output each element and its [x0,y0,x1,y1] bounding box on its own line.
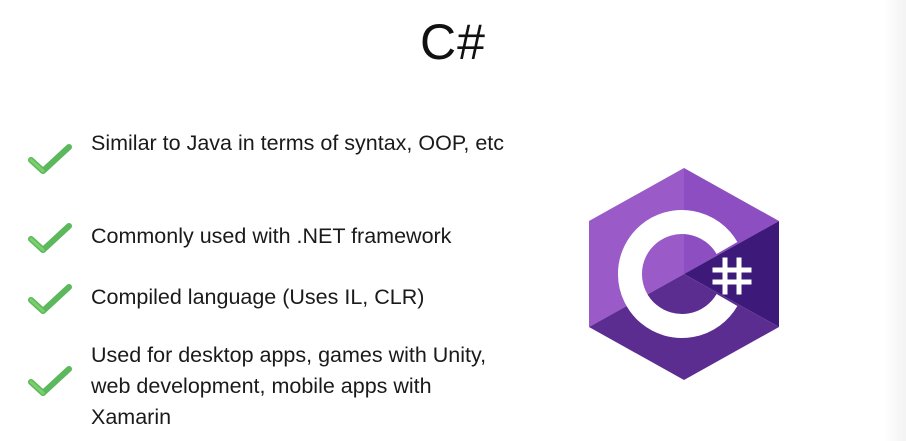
checkmark-icon [28,144,72,174]
csharp-logo-icon [589,168,779,380]
checkmark-icon [28,284,72,314]
bullet-text: Compiled language (Uses IL, CLR) [91,285,425,309]
bullet-text: Commonly used with .NET framework [91,224,452,248]
bullet-text: Similar to Java in terms of syntax, OOP,… [91,131,505,155]
slide: C# Similar to Java in terms of syntax, O… [0,0,906,441]
bullet-text: Used for desktop apps, games with Unity,… [91,343,487,429]
checkmark-icon [28,223,72,253]
checkmark-icon [28,366,72,396]
bullet-list: Similar to Java in terms of syntax, OOP,… [28,0,528,441]
